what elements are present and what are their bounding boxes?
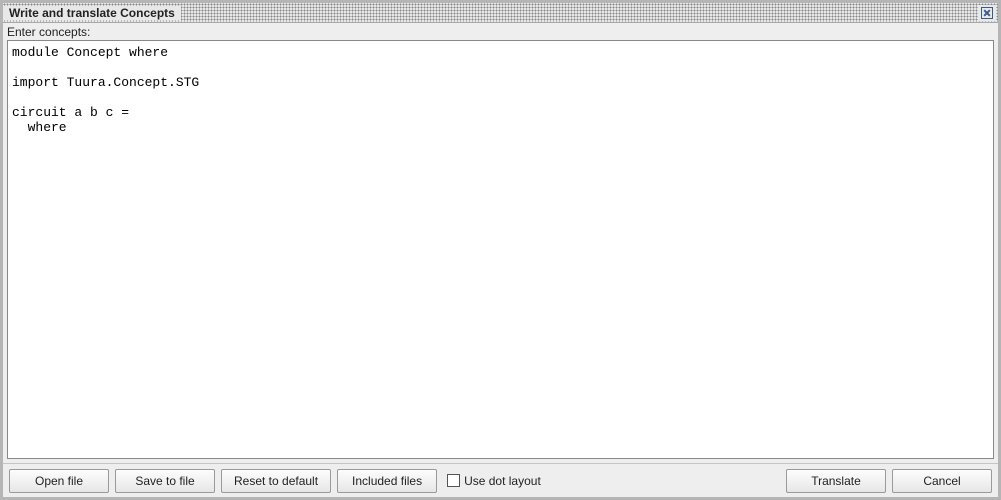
titlebar[interactable]: Write and translate Concepts	[3, 3, 998, 23]
cancel-button[interactable]: Cancel	[892, 469, 992, 493]
dialog: Write and translate Concepts Enter conce…	[0, 0, 1001, 500]
close-button[interactable]	[978, 5, 996, 21]
translate-button[interactable]: Translate	[786, 469, 886, 493]
prompt-label: Enter concepts:	[3, 23, 998, 40]
open-file-button[interactable]: Open file	[9, 469, 109, 493]
close-icon	[981, 7, 993, 19]
checkbox-icon	[447, 474, 460, 487]
editor-container	[7, 40, 994, 459]
included-files-button[interactable]: Included files	[337, 469, 437, 493]
window-title: Write and translate Concepts	[3, 6, 181, 20]
button-bar: Open file Save to file Reset to default …	[3, 463, 998, 497]
use-dot-layout-label: Use dot layout	[464, 474, 541, 488]
save-to-file-button[interactable]: Save to file	[115, 469, 215, 493]
concepts-editor[interactable]	[8, 41, 993, 458]
use-dot-layout-checkbox[interactable]: Use dot layout	[447, 474, 541, 488]
reset-to-default-button[interactable]: Reset to default	[221, 469, 331, 493]
